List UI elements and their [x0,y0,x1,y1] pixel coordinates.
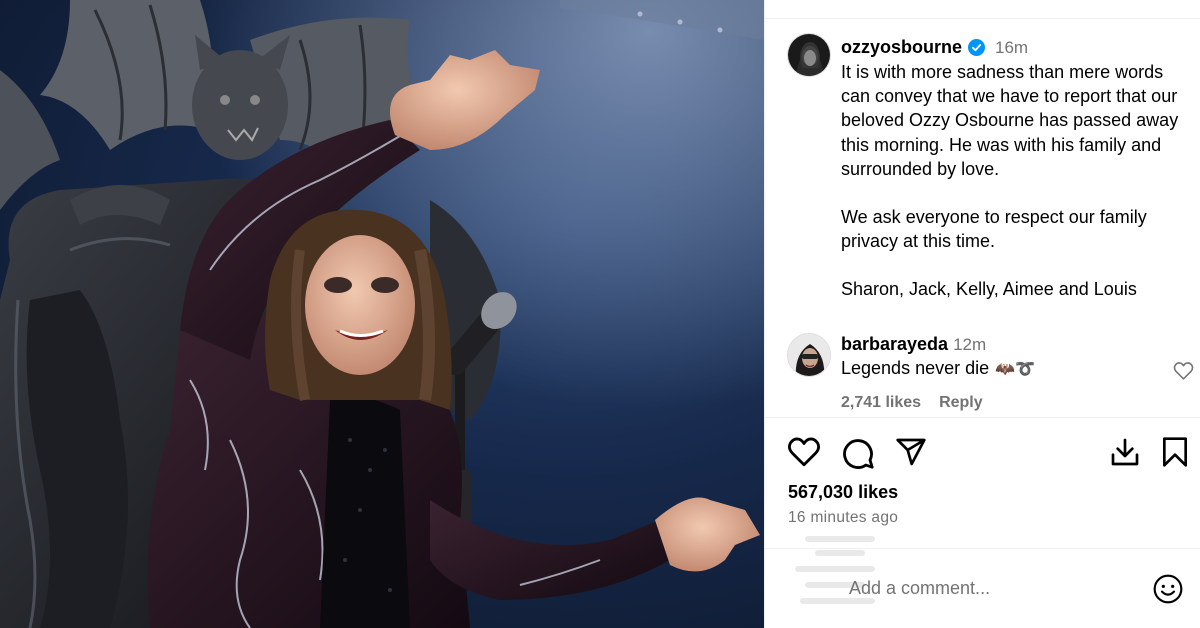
caption-paragraph-1: It is with more sadness than mere words … [841,62,1179,179]
caption-paragraph-2: We ask everyone to respect our family pr… [841,207,1147,252]
faded-comment-preview [795,536,875,604]
download-icon[interactable] [1109,436,1141,473]
action-bar [787,436,1187,470]
author-username[interactable]: ozzyosbourne [841,37,962,58]
comment-header: barbarayeda 12m [841,334,986,355]
caption-paragraph-3: Sharon, Jack, Kelly, Aimee and Louis [841,279,1137,300]
comment-input[interactable]: Add a comment... [849,578,990,599]
comment-text: Legends never die [841,358,990,378]
post-time[interactable]: 16m [995,38,1028,58]
comment-time[interactable]: 12m [953,335,986,355]
comment-emoji: 🦇➰ [995,360,1035,378]
commenter-avatar-image [788,334,830,376]
author-avatar-image [788,34,830,76]
post-panel: ozzyosbourne 16m It is with more sadness… [764,0,1200,628]
comment-icon[interactable] [841,436,875,475]
composer-divider [765,548,1200,549]
comment-likes[interactable]: 2,741 likes [841,394,921,412]
commenter-username[interactable]: barbarayeda [841,334,948,355]
verified-badge-icon [968,39,986,56]
post-likes-count[interactable]: 567,030 likes [788,482,898,503]
actions-divider [765,417,1200,418]
post-timestamp[interactable]: 16 minutes ago [788,509,898,527]
heart-icon[interactable] [787,436,821,473]
top-divider [765,18,1200,19]
comment-like-heart-icon[interactable] [1173,361,1194,386]
emoji-icon[interactable] [1152,573,1184,610]
comment-reply-button[interactable]: Reply [939,394,983,412]
post-photo [0,0,764,628]
comment-body: Legends never die 🦇➰ [841,358,1035,379]
commenter-avatar[interactable] [787,333,831,377]
comment-meta: 2,741 likes Reply [841,394,983,412]
post-header: ozzyosbourne 16m [841,37,1028,58]
author-avatar[interactable] [787,33,831,77]
bookmark-icon[interactable] [1161,436,1189,473]
concert-photo [0,0,764,628]
share-icon[interactable] [895,436,927,473]
post-caption: It is with more sadness than mere words … [841,60,1193,302]
